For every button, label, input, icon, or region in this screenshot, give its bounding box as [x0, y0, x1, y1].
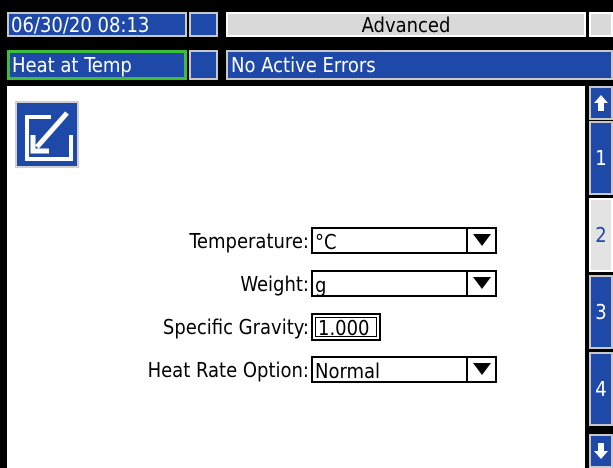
header-indicator-2 [589, 12, 613, 37]
specific-gravity-input[interactable]: 1.000 [311, 313, 381, 341]
page-button-2[interactable]: 2 [589, 198, 613, 272]
specific-gravity-row: Specific Gravity: 1.000 [7, 313, 585, 343]
page-button-3[interactable]: 3 [589, 275, 613, 349]
temperature-row: Temperature: °C [7, 227, 585, 257]
heat-rate-row: Heat Rate Option: Normal [7, 356, 585, 386]
specific-gravity-value: 1.000 [315, 317, 377, 338]
scroll-down-button[interactable] [589, 434, 613, 468]
chevron-down-icon [473, 277, 491, 289]
page-button-1[interactable]: 1 [589, 121, 613, 195]
heat-rate-value: Normal [315, 359, 381, 383]
chevron-down-icon [473, 363, 491, 375]
weight-select[interactable]: g [311, 270, 497, 297]
main-panel: Temperature: °C Weight: g Specific Gravi… [7, 86, 585, 468]
mode-display: Advanced [226, 12, 586, 37]
scroll-up-button[interactable] [589, 86, 613, 120]
weight-label: Weight: [240, 272, 309, 296]
temperature-dropdown-button[interactable] [466, 229, 495, 252]
heat-rate-dropdown-button[interactable] [466, 358, 495, 381]
temperature-label: Temperature: [189, 229, 309, 253]
temperature-value: °C [315, 230, 337, 254]
specific-gravity-label: Specific Gravity: [162, 315, 309, 339]
status-display: Heat at Temp [7, 50, 187, 80]
chevron-down-icon [473, 234, 491, 246]
page-button-4[interactable]: 4 [589, 352, 613, 426]
arrow-down-icon [594, 443, 608, 459]
weight-row: Weight: g [7, 270, 585, 300]
weight-value: g [315, 273, 327, 297]
error-status-display: No Active Errors [226, 50, 613, 80]
heat-rate-label: Heat Rate Option: [147, 358, 309, 382]
weight-dropdown-button[interactable] [466, 272, 495, 295]
header-indicator-3 [189, 50, 218, 80]
arrow-up-icon [594, 95, 608, 111]
datetime-display: 06/30/20 08:13 [7, 12, 187, 37]
edit-icon [25, 111, 73, 161]
header-indicator-1 [189, 12, 218, 37]
edit-button[interactable] [15, 101, 79, 168]
heat-rate-select[interactable]: Normal [311, 356, 497, 383]
temperature-select[interactable]: °C [311, 227, 497, 254]
